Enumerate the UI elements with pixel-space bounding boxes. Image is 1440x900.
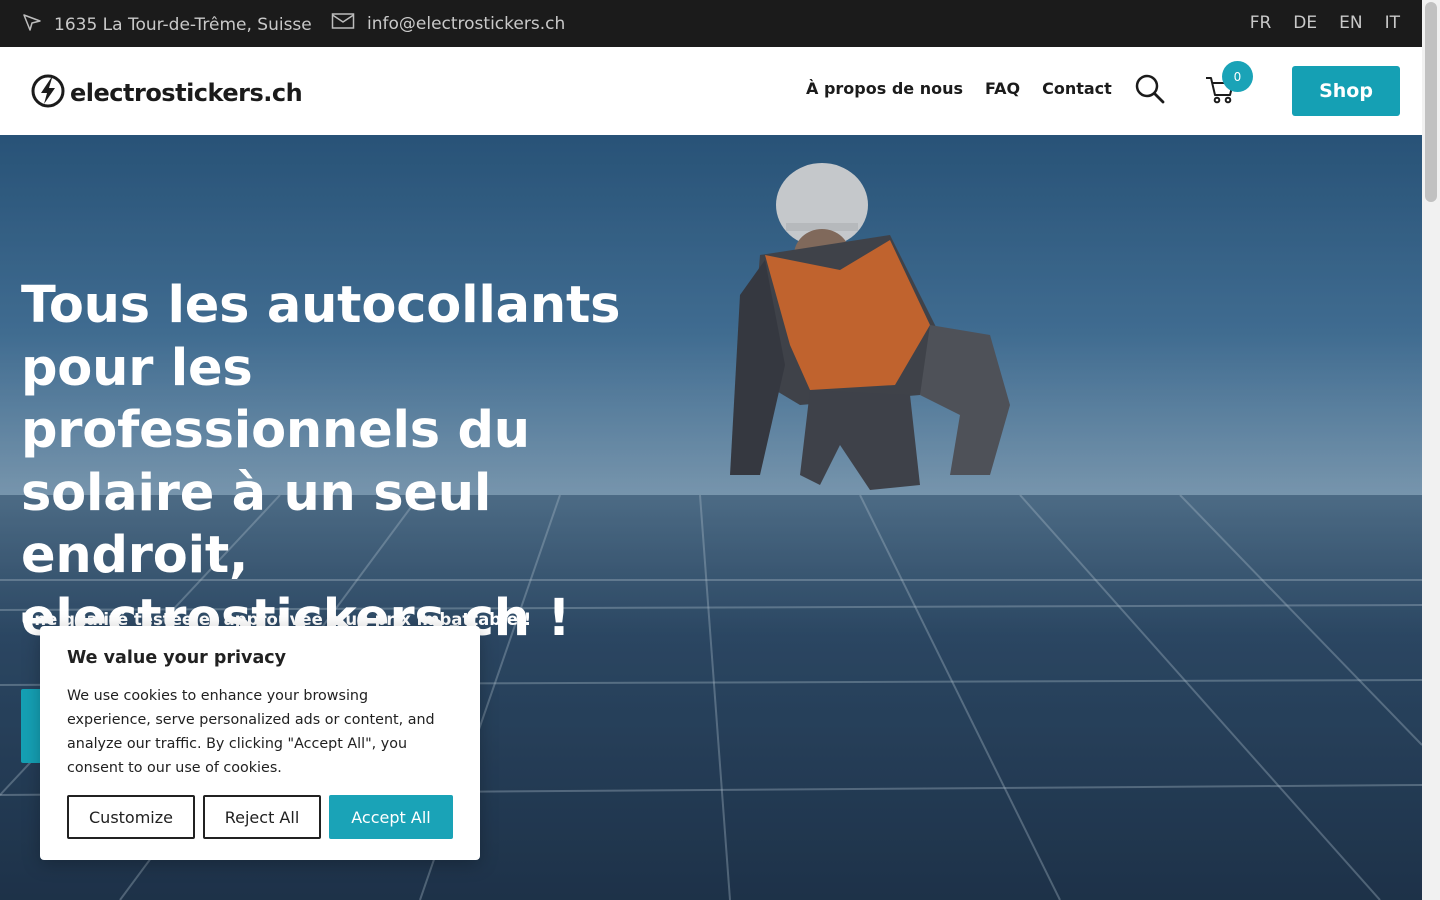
- cookie-title: We value your privacy: [67, 648, 287, 668]
- language-switcher: FR DE EN IT: [1250, 13, 1400, 33]
- nav-about[interactable]: À propos de nous: [806, 79, 963, 98]
- nav-contact[interactable]: Contact: [1042, 79, 1112, 98]
- navigation-arrow-icon: [22, 12, 42, 37]
- logo-text: electrostickers.ch: [70, 79, 303, 107]
- lightning-bolt-icon: [30, 73, 66, 113]
- lang-en[interactable]: EN: [1339, 13, 1362, 33]
- reject-all-button[interactable]: Reject All: [203, 795, 321, 839]
- email-link[interactable]: info@electrostickers.ch: [367, 14, 565, 34]
- cookie-consent-dialog: We value your privacy We use cookies to …: [40, 626, 480, 860]
- search-icon[interactable]: [1134, 73, 1166, 105]
- cookie-text: We use cookies to enhance your browsing …: [67, 688, 435, 776]
- hero-title: Tous les autocollants pour les professio…: [21, 276, 621, 648]
- cookie-buttons: Customize Reject All Accept All: [67, 795, 453, 839]
- envelope-icon: [331, 12, 355, 35]
- scrollbar-thumb[interactable]: [1425, 2, 1437, 202]
- email-block[interactable]: info@electrostickers.ch: [331, 12, 565, 35]
- lang-fr[interactable]: FR: [1250, 13, 1272, 33]
- top-info-bar: 1635 La Tour-de-Trême, Suisse info@elect…: [0, 0, 1422, 47]
- cart-count-badge: 0: [1222, 61, 1253, 92]
- address-block: 1635 La Tour-de-Trême, Suisse: [22, 12, 312, 37]
- nav-faq[interactable]: FAQ: [985, 79, 1020, 98]
- customize-button[interactable]: Customize: [67, 795, 195, 839]
- accept-all-button[interactable]: Accept All: [329, 795, 453, 839]
- lang-de[interactable]: DE: [1293, 13, 1317, 33]
- lang-it[interactable]: IT: [1385, 13, 1400, 33]
- address-text: 1635 La Tour-de-Trême, Suisse: [54, 14, 312, 35]
- site-logo[interactable]: electrostickers.ch: [30, 73, 303, 113]
- main-nav: À propos de nous FAQ Contact: [806, 79, 1112, 98]
- site-header: electrostickers.ch À propos de nous FAQ …: [0, 47, 1422, 135]
- shop-button[interactable]: Shop: [1292, 66, 1400, 116]
